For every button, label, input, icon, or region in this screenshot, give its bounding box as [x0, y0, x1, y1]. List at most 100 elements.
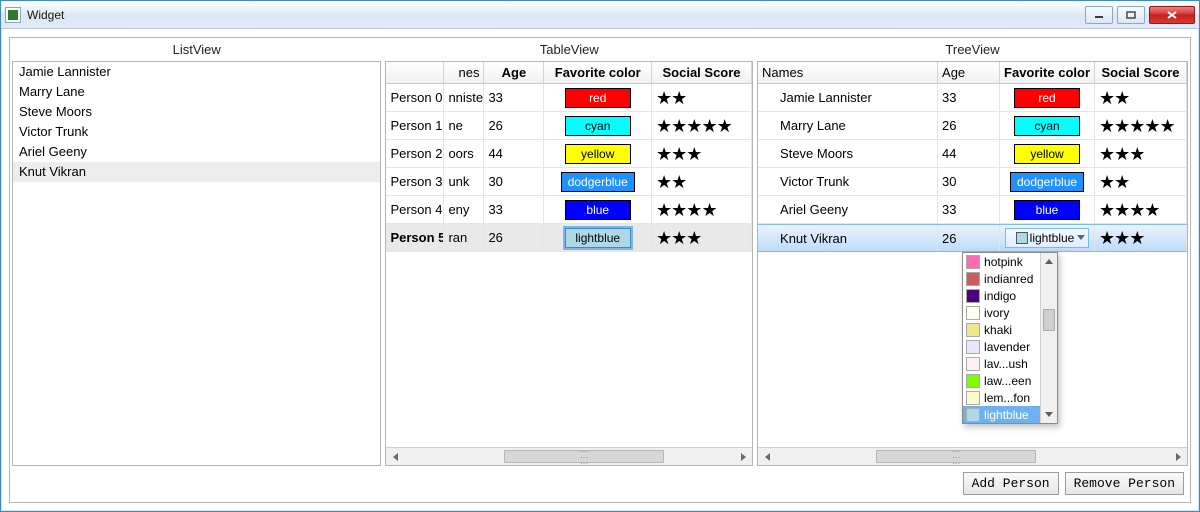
row-index: Person 5: [386, 224, 444, 251]
color-swatch[interactable]: red: [1014, 88, 1080, 108]
color-swatch[interactable]: dodgerblue: [1010, 172, 1084, 192]
row-name-partial: nnister: [444, 84, 484, 111]
color-swatch[interactable]: cyan: [1014, 116, 1080, 136]
row-color-cell[interactable]: lightblue: [544, 224, 652, 251]
table-row[interactable]: Person 3unk30dodgerblue★★: [386, 168, 752, 196]
treeview-hscrollbar[interactable]: [758, 447, 1187, 465]
col-header-social[interactable]: Social Score: [652, 62, 752, 83]
scroll-down-button[interactable]: [1041, 406, 1057, 423]
dropdown-option-label: khaki: [984, 323, 1012, 337]
app-icon: [5, 7, 21, 23]
titlebar[interactable]: Widget: [1, 1, 1199, 29]
minimize-button[interactable]: [1085, 6, 1113, 24]
row-color-cell[interactable]: blue: [544, 196, 652, 223]
row-color-cell[interactable]: cyan: [1000, 112, 1095, 139]
tree-row[interactable]: Steve Moors44yellow★★★: [758, 140, 1187, 168]
tree-row[interactable]: Victor Trunk30dodgerblue★★: [758, 168, 1187, 196]
color-swatch[interactable]: blue: [565, 200, 631, 220]
list-item[interactable]: Steve Moors: [13, 102, 380, 122]
listview-header: ListView: [12, 40, 381, 61]
treeview-column-headers[interactable]: Names Age Favorite color Social Score: [758, 62, 1187, 84]
scroll-right-button[interactable]: [734, 448, 752, 465]
close-button[interactable]: [1149, 6, 1195, 24]
hscroll-thumb[interactable]: [876, 450, 1036, 463]
vscroll-thumb[interactable]: [1043, 309, 1055, 331]
tableview-hscrollbar[interactable]: [386, 447, 752, 465]
tree-row[interactable]: Marry Lane26cyan★★★★★: [758, 112, 1187, 140]
dropdown-option-label: indigo: [984, 289, 1016, 303]
dropdown-vscrollbar[interactable]: [1040, 253, 1057, 423]
color-swatch-icon: [966, 408, 980, 422]
table-row[interactable]: Person 5ran26lightblue★★★: [386, 224, 752, 252]
dropdown-option-label: indianred: [984, 272, 1033, 286]
row-name: Knut Vikran: [758, 225, 938, 251]
row-color-cell[interactable]: lightblue: [1000, 225, 1095, 251]
add-person-button[interactable]: Add Person: [963, 472, 1059, 495]
scroll-left-button[interactable]: [386, 448, 404, 465]
row-name-partial: ne: [444, 112, 484, 139]
row-color-cell[interactable]: red: [544, 84, 652, 111]
table-row[interactable]: Person 4eny33blue★★★★: [386, 196, 752, 224]
col-header-index[interactable]: [386, 62, 444, 83]
row-color-cell[interactable]: dodgerblue: [544, 168, 652, 195]
tableview-column-headers[interactable]: nes Age Favorite color Social Score: [386, 62, 752, 84]
col-header-favorite[interactable]: Favorite color: [1000, 62, 1095, 83]
color-swatch-icon: [966, 272, 980, 286]
color-swatch-icon: [966, 255, 980, 269]
list-item[interactable]: Marry Lane: [13, 82, 380, 102]
client-area: ListView Jamie LannisterMarry LaneSteve …: [9, 37, 1191, 503]
row-color-cell[interactable]: dodgerblue: [1000, 168, 1095, 195]
tree-row[interactable]: Ariel Geeny33blue★★★★: [758, 196, 1187, 224]
window-title: Widget: [27, 8, 1085, 22]
dropdown-option-label: lightblue: [984, 408, 1029, 422]
tree-row[interactable]: Knut Vikran26lightblue★★★: [758, 224, 1187, 252]
row-age: 33: [938, 84, 1000, 111]
list-item[interactable]: Victor Trunk: [13, 122, 380, 142]
color-swatch[interactable]: dodgerblue: [561, 172, 635, 192]
color-swatch[interactable]: yellow: [565, 144, 631, 164]
color-combobox[interactable]: lightblue: [1005, 228, 1090, 248]
remove-person-button[interactable]: Remove Person: [1065, 472, 1184, 495]
col-header-age[interactable]: Age: [938, 62, 1000, 83]
row-index: Person 1: [386, 112, 444, 139]
table-row[interactable]: Person 2oors44yellow★★★: [386, 140, 752, 168]
list-item[interactable]: Knut Vikran: [13, 162, 380, 182]
col-header-favorite[interactable]: Favorite color: [544, 62, 652, 83]
col-header-names[interactable]: Names: [758, 62, 938, 83]
row-stars: ★★★★: [1095, 196, 1187, 223]
list-item[interactable]: Ariel Geeny: [13, 142, 380, 162]
color-swatch[interactable]: red: [565, 88, 631, 108]
row-name-partial: unk: [444, 168, 484, 195]
table-row[interactable]: Person 1ne26cyan★★★★★: [386, 112, 752, 140]
color-swatch[interactable]: cyan: [565, 116, 631, 136]
scroll-right-button[interactable]: [1169, 448, 1187, 465]
row-color-cell[interactable]: yellow: [544, 140, 652, 167]
col-header-names[interactable]: nes: [444, 62, 484, 83]
maximize-button[interactable]: [1117, 6, 1145, 24]
row-stars: ★★★: [1095, 225, 1187, 251]
treeview-panel[interactable]: Names Age Favorite color Social Score Ja…: [757, 61, 1188, 466]
list-item[interactable]: Jamie Lannister: [13, 62, 380, 82]
row-color-cell[interactable]: yellow: [1000, 140, 1095, 167]
color-swatch[interactable]: lightblue: [565, 228, 631, 248]
scroll-up-button[interactable]: [1041, 253, 1057, 270]
tree-row[interactable]: Jamie Lannister33red★★: [758, 84, 1187, 112]
row-color-cell[interactable]: blue: [1000, 196, 1095, 223]
color-dropdown[interactable]: hotpinkindianredindigoivorykhakilavender…: [962, 252, 1058, 424]
color-swatch[interactable]: blue: [1014, 200, 1080, 220]
hscroll-thumb[interactable]: [504, 450, 664, 463]
row-name: Ariel Geeny: [758, 196, 938, 223]
row-age: 33: [484, 196, 544, 223]
listview-column: ListView Jamie LannisterMarry LaneSteve …: [12, 40, 381, 466]
row-color-cell[interactable]: red: [1000, 84, 1095, 111]
row-color-cell[interactable]: cyan: [544, 112, 652, 139]
col-header-age[interactable]: Age: [484, 62, 544, 83]
color-swatch[interactable]: yellow: [1014, 144, 1080, 164]
col-header-social[interactable]: Social Score: [1095, 62, 1187, 83]
table-row[interactable]: Person 0nnister33red★★: [386, 84, 752, 112]
window-frame: Widget ListView Jamie LannisterMarry Lan…: [0, 0, 1200, 512]
scroll-left-button[interactable]: [758, 448, 776, 465]
tableview-panel[interactable]: nes Age Favorite color Social Score Pers…: [385, 61, 753, 466]
listview-panel[interactable]: Jamie LannisterMarry LaneSteve MoorsVict…: [12, 61, 381, 466]
color-swatch-icon: [966, 323, 980, 337]
